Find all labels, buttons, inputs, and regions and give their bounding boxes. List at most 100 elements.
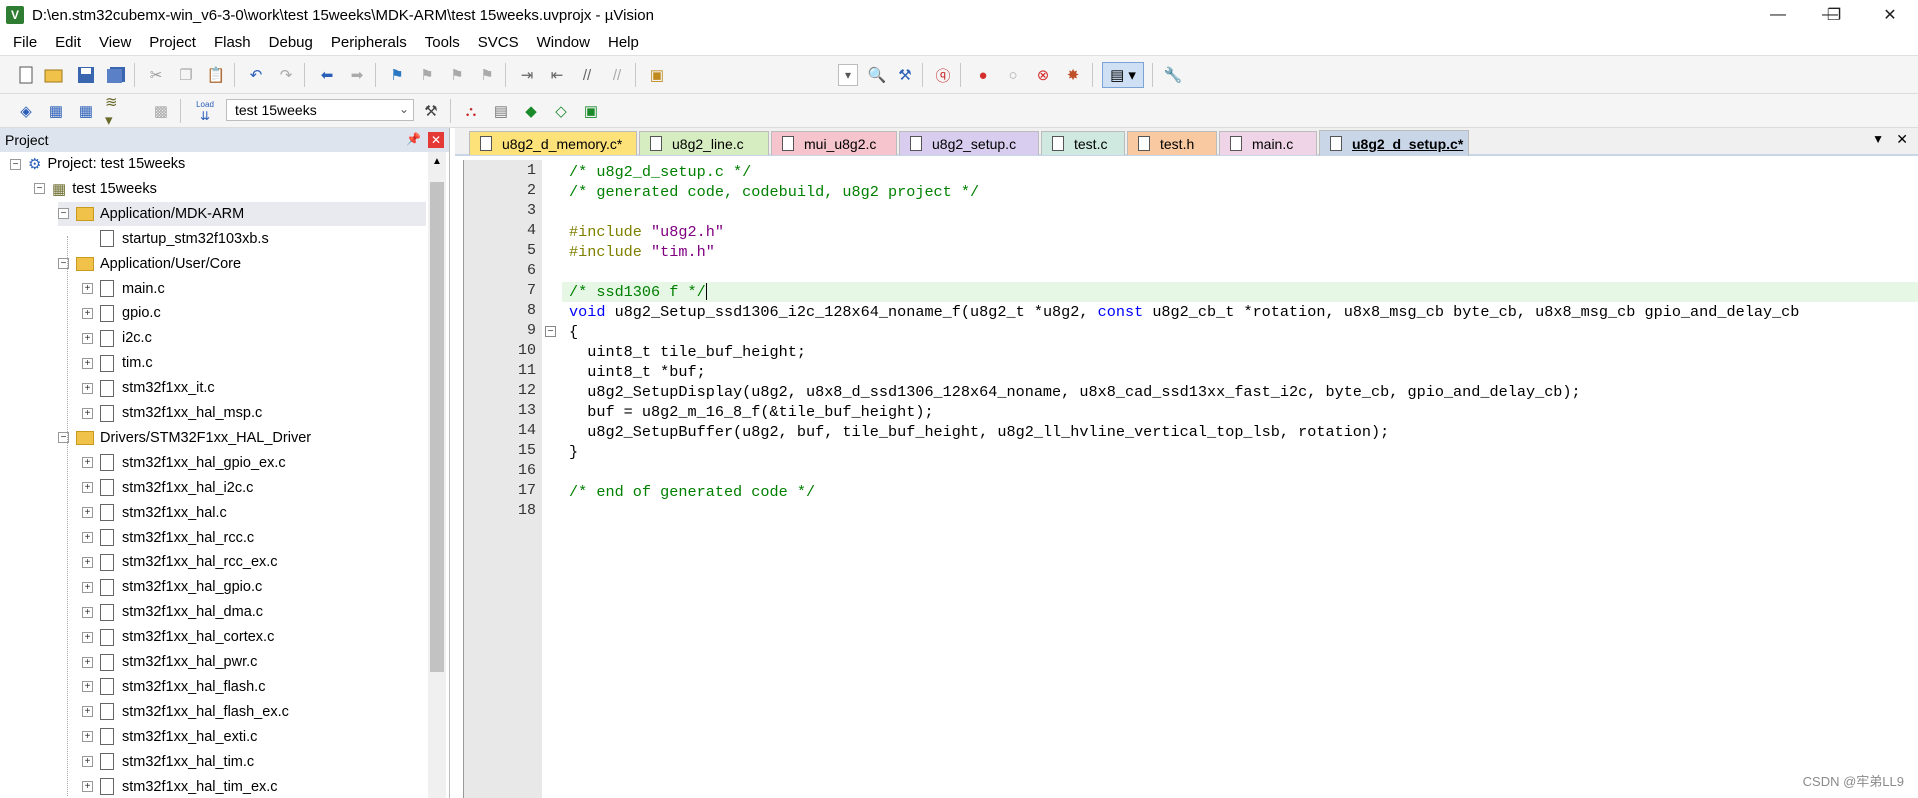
menu-help[interactable]: Help <box>599 30 648 56</box>
paste-icon[interactable]: 📋 <box>205 64 227 86</box>
unindent-icon[interactable]: ⇤ <box>546 64 568 86</box>
menu-tools[interactable]: Tools <box>416 30 469 56</box>
insert-bookmark-icon[interactable]: ⚑ <box>386 64 408 86</box>
tab-file[interactable]: test.c <box>1041 131 1125 155</box>
find-combo-dropdown[interactable]: ▾ <box>838 64 858 86</box>
code-line[interactable]: #include "tim.h" <box>569 242 715 262</box>
fold-toggle-icon[interactable]: − <box>545 326 556 337</box>
uncomment-icon[interactable]: // <box>606 64 628 86</box>
tree-item[interactable]: − Application/MDK-ARM <box>58 201 426 226</box>
expand-icon[interactable]: + <box>82 507 93 519</box>
expand-icon[interactable]: + <box>82 731 93 743</box>
event-recorder-icon[interactable]: ▣ <box>580 100 602 122</box>
find-in-files-icon[interactable]: ▣ <box>646 64 668 86</box>
expand-icon[interactable]: + <box>82 532 93 543</box>
redo-icon[interactable]: ↷ <box>275 64 297 86</box>
tree-item[interactable]: + i2c.c <box>82 326 152 350</box>
expand-icon[interactable]: + <box>82 581 93 593</box>
code-line[interactable]: void u8g2_Setup_ssd1306_i2c_128x64_nonam… <box>569 302 1799 322</box>
pin-icon[interactable]: 📌 <box>406 132 421 146</box>
expand-icon[interactable]: + <box>82 556 93 568</box>
rebuild-icon[interactable]: ▦ <box>75 100 97 122</box>
build-icon[interactable]: ▦ <box>45 100 67 122</box>
expand-icon[interactable]: + <box>82 382 93 394</box>
tree-item[interactable]: startup_stm32f103xb.s <box>82 227 269 251</box>
code-line[interactable]: /* ssd1306 f */ <box>569 282 707 302</box>
next-bookmark-icon[interactable]: ⚑ <box>446 64 468 86</box>
navigate-back-icon[interactable]: ⬅ <box>316 64 338 86</box>
tree-item[interactable]: − Drivers/STM32F1xx_HAL_Driver <box>58 426 311 450</box>
indent-icon[interactable]: ⇥ <box>516 64 538 86</box>
code-line[interactable]: /* end of generated code */ <box>569 482 815 502</box>
tree-item[interactable]: + stm32f1xx_hal_flash_ex.c <box>82 700 289 724</box>
expand-icon[interactable]: + <box>82 631 93 643</box>
minimize-button[interactable]: — <box>1750 0 1806 30</box>
expand-icon[interactable]: + <box>82 606 93 618</box>
tab-file[interactable]: u8g2_line.c <box>639 131 769 155</box>
save-all-icon[interactable] <box>105 64 127 86</box>
debug-session-icon[interactable]: ⓠ <box>932 64 954 86</box>
kill-breakpoints-icon[interactable]: ✸ <box>1062 64 1084 86</box>
code-line[interactable]: #include "u8g2.h" <box>569 222 724 242</box>
expand-icon[interactable]: + <box>82 283 93 294</box>
stop-build-icon[interactable]: ▩ <box>150 100 172 122</box>
new-file-icon[interactable] <box>15 64 37 86</box>
tab-file[interactable]: mui_u8g2.c <box>771 131 897 155</box>
collapse-icon[interactable]: − <box>10 158 21 170</box>
code-line[interactable]: uint8_t *buf; <box>569 362 706 382</box>
tree-item[interactable]: + tim.c <box>82 351 153 375</box>
cut-icon[interactable]: ✂ <box>145 64 167 86</box>
expand-icon[interactable]: + <box>82 656 93 668</box>
tree-item[interactable]: + stm32f1xx_hal_tim.c <box>82 750 254 774</box>
expand-icon[interactable]: + <box>82 781 93 792</box>
code-line[interactable]: } <box>569 442 578 462</box>
tree-item[interactable]: + stm32f1xx_hal_gpio_ex.c <box>82 451 286 475</box>
tab-file[interactable]: main.c <box>1219 131 1317 155</box>
open-file-icon[interactable] <box>43 64 65 86</box>
pack-installer-icon[interactable]: ◇ <box>550 100 572 122</box>
code-editor[interactable]: 1 2 3 4 5 6 7 8 9 10 11 12 13 14 15 16 17 18 /* u8g2_d_se… <box>463 160 1918 798</box>
code-line[interactable]: buf = u8g2_m_16_8_f(&tile_buf_height); <box>569 402 933 422</box>
expand-icon[interactable]: + <box>82 756 93 768</box>
menu-peripherals[interactable]: Peripherals <box>322 30 416 56</box>
code-line[interactable]: { <box>569 322 578 342</box>
close-panel-icon[interactable]: ✕ <box>428 132 444 148</box>
enable-breakpoint-icon[interactable]: ○ <box>1002 64 1024 86</box>
expand-icon[interactable]: + <box>82 681 93 693</box>
menu-view[interactable]: View <box>90 30 140 56</box>
tree-item[interactable]: + stm32f1xx_hal.c <box>82 501 227 525</box>
tree-item[interactable]: − Application/User/Core <box>58 252 241 276</box>
expand-icon[interactable]: + <box>82 332 93 344</box>
tree-item[interactable]: + stm32f1xx_hal_cortex.c <box>82 625 274 649</box>
code-line[interactable]: u8g2_SetupBuffer(u8g2, buf, tile_buf_hei… <box>569 422 1389 442</box>
menu-debug[interactable]: Debug <box>260 30 322 56</box>
undo-icon[interactable]: ↶ <box>245 64 267 86</box>
prev-bookmark-icon[interactable]: ⚑ <box>416 64 438 86</box>
menu-file[interactable]: File <box>4 30 46 56</box>
tree-item[interactable]: + gpio.c <box>82 301 161 325</box>
tree-item[interactable]: + stm32f1xx_hal_tim_ex.c <box>82 775 278 798</box>
expand-icon[interactable]: + <box>82 457 93 469</box>
tree-item[interactable]: + stm32f1xx_hal_exti.c <box>82 725 257 749</box>
tree-item[interactable]: + stm32f1xx_hal_gpio.c <box>82 575 262 599</box>
tab-file[interactable]: u8g2_d_setup.c* <box>1319 130 1469 156</box>
navigate-forward-icon[interactable]: ➡ <box>346 64 368 86</box>
manage-project-items-icon[interactable]: ⛬ <box>460 100 482 122</box>
menu-window[interactable]: Window <box>528 30 599 56</box>
manage-rte-icon[interactable]: ◆ <box>520 100 542 122</box>
batch-build-icon[interactable]: ≋ ▾ <box>105 94 127 129</box>
expand-icon[interactable]: + <box>82 407 93 419</box>
configure-icon[interactable]: 🔧 <box>1162 64 1184 86</box>
menu-svcs[interactable]: SVCS <box>469 30 528 56</box>
expand-icon[interactable]: + <box>82 357 93 369</box>
menu-flash[interactable]: Flash <box>205 30 260 56</box>
tree-item[interactable]: + stm32f1xx_hal_msp.c <box>82 401 262 425</box>
tree-item[interactable]: + stm32f1xx_hal_flash.c <box>82 675 265 699</box>
tree-scrollbar-thumb[interactable] <box>430 182 444 672</box>
tree-item[interactable]: + main.c <box>82 277 165 301</box>
tab-file[interactable]: u8g2_setup.c <box>899 131 1039 155</box>
tree-item[interactable]: + stm32f1xx_hal_rcc_ex.c <box>82 550 278 574</box>
clear-bookmarks-icon[interactable]: ⚑ <box>476 64 498 86</box>
tree-scrollbar[interactable]: ▲ <box>428 152 446 798</box>
tree-item[interactable]: + stm32f1xx_hal_rcc.c <box>82 526 254 550</box>
